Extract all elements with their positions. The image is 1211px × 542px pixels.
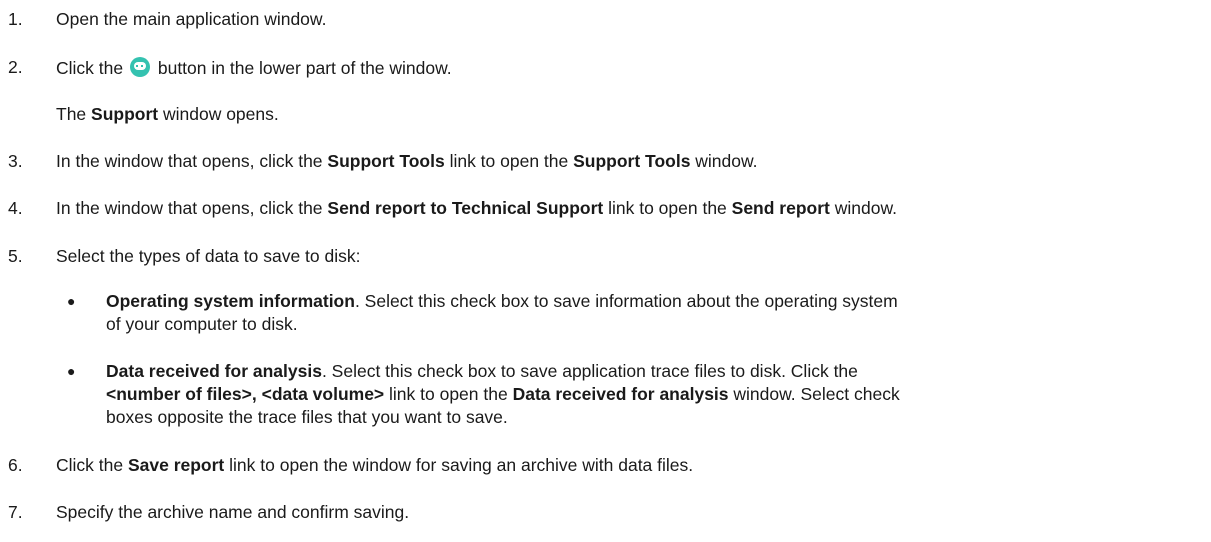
ui-term: Support Tools: [327, 151, 445, 171]
step-text: Specify the archive name and confirm sav…: [56, 502, 410, 522]
step-text: Select the types of data to save to disk…: [56, 246, 361, 266]
bullet-text: <number of files>, <data volume> link to…: [106, 384, 900, 404]
step-text: Click the Save report link to open the w…: [56, 455, 694, 475]
ui-term: Support: [91, 104, 159, 124]
ui-term: Save report: [127, 455, 225, 475]
step-number: 3.: [8, 151, 23, 171]
bullet-icon: ●: [67, 293, 76, 309]
step-text: In the window that opens, click the Send…: [56, 198, 897, 218]
ui-term: Send report: [731, 198, 830, 218]
support-agent-icon: [129, 57, 150, 77]
ui-term: <number of files>, <data volume>: [106, 384, 385, 404]
bullet-text: of your computer to disk.: [106, 314, 298, 334]
step-text: Click the button in the lower part of th…: [56, 57, 452, 79]
step-text-after: button in the lower part of the window.: [157, 58, 452, 78]
step-number: 4.: [8, 198, 23, 218]
ui-term: Operating system information: [106, 291, 355, 311]
ui-term: Data received for analysis: [106, 361, 322, 381]
step-number: 1.: [8, 9, 23, 29]
bullet-text: Data received for analysis. Select this …: [106, 361, 858, 381]
ui-term: Send report to Technical Support: [327, 198, 604, 218]
bullet-icon: ●: [67, 363, 76, 379]
bullet-text: Operating system information. Select thi…: [106, 291, 898, 311]
step-number: 7.: [8, 502, 23, 522]
bullet-text: boxes opposite the trace files that you …: [106, 407, 508, 427]
step-text: Open the main application window.: [56, 9, 327, 29]
ui-term: Data received for analysis: [512, 384, 729, 404]
step-text-before: Click the: [56, 58, 124, 78]
step-number: 6.: [8, 455, 23, 475]
step-text: In the window that opens, click the Supp…: [56, 151, 758, 171]
ui-term: Support Tools: [573, 151, 691, 171]
note-text: The Support window opens.: [56, 104, 279, 124]
step-number: 5.: [8, 246, 23, 266]
step-number: 2.: [8, 57, 23, 77]
